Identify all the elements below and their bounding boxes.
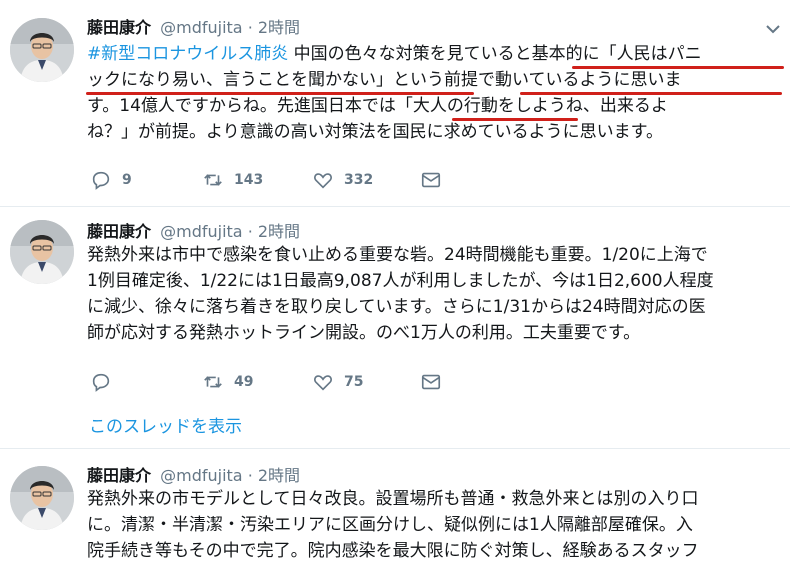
tweet-text-line-3: に減少、徐々に落ち着きを取り戻しています。さらに1/31からは24時間対応の医 <box>87 297 706 317</box>
author-handle[interactable]: @mdfujita <box>160 222 242 241</box>
timestamp[interactable]: 2時間 <box>258 466 300 485</box>
like-count: 75 <box>344 374 364 390</box>
annotation-underline <box>452 118 578 121</box>
author-name[interactable]: 藤田康介 <box>87 466 151 485</box>
retweet-icon <box>204 174 222 186</box>
timestamp[interactable]: 2時間 <box>258 222 300 241</box>
like-count: 332 <box>344 172 374 188</box>
tweet-text-line-2: 1例目確定後、1/22には1日最高9,087人が利用しましたが、今は1日2,60… <box>87 271 714 291</box>
tweet-header: 藤田康介 @mdfujita · 2時間 <box>87 218 300 242</box>
hashtag-link[interactable]: #新型コロナウイルス肺炎 <box>87 44 288 64</box>
like-icon <box>314 173 332 189</box>
annotation-underline <box>86 92 474 95</box>
tweet-text-line-1: 発熱外来は市中で感染を食い止める重要な砦。24時間機能も重要。1/20に上海で <box>87 245 708 265</box>
dm-icon <box>421 172 441 188</box>
separator-dot: · <box>247 222 253 241</box>
timestamp[interactable]: 2時間 <box>258 18 300 37</box>
tweet-text: 発熱外来は市中で感染を食い止める重要な砦。24時間機能も重要。1/20に上海で … <box>87 242 787 346</box>
annotation-underline <box>572 66 784 69</box>
retweet-button[interactable]: 143 <box>202 168 263 192</box>
retweet-count: 49 <box>234 374 254 390</box>
tweet-header: 藤田康介 @mdfujita · 2時間 <box>87 462 300 486</box>
tweet-text-line-4: ね？」が前提。より意識の高い対策法を国民に求めているように思います。 <box>87 122 663 142</box>
like-button[interactable]: 332 <box>312 168 373 192</box>
tweet-text-line-1: 中国の色々な対策を見ていると基本的に「人民はパニ <box>288 44 702 64</box>
like-icon <box>314 375 332 391</box>
tweet-text-line-2: ックになり易い、言うことを聞かない」という前提で動いているように思いま <box>87 70 682 90</box>
author-handle[interactable]: @mdfujita <box>160 466 242 485</box>
avatar[interactable] <box>10 466 74 530</box>
chevron-down-icon[interactable] <box>764 20 782 38</box>
avatar[interactable] <box>10 18 74 82</box>
reply-button[interactable]: 9 <box>90 168 132 192</box>
author-name[interactable]: 藤田康介 <box>87 18 151 37</box>
retweet-icon <box>204 376 222 388</box>
tweet-divider <box>0 206 790 207</box>
annotation-underline <box>520 92 782 95</box>
tweet-text-line-3: 院手続き等もその中で完了。院内感染を最大限に防ぐ対策し、経験あるスタッフ <box>87 541 699 561</box>
tweet-divider <box>0 448 790 449</box>
tweet-text-line-4: 師が応対する発熱ホットライン開設。のべ1万人の利用。工夫重要です。 <box>87 323 641 343</box>
retweet-count: 143 <box>234 172 264 188</box>
tweet-text-line-1: 発熱外来の市モデルとして日々改良。設置場所も普通・救急外来とは別の入り口 <box>87 489 699 509</box>
avatar[interactable] <box>10 220 74 284</box>
direct-message-button[interactable] <box>420 370 452 394</box>
tweet-header: 藤田康介 @mdfujita · 2時間 <box>87 14 300 38</box>
like-button[interactable]: 75 <box>312 370 363 394</box>
tweet-text-line-3: す。14億人ですからね。先進国日本では「大人の行動をしようね、出来るよ <box>87 96 668 116</box>
dm-icon <box>421 374 441 390</box>
tweet-text-line-2: に。清潔・半清潔・汚染エリアに区画分けし、疑似例には1人隔離部屋確保。入 <box>87 515 693 535</box>
reply-icon <box>92 171 110 190</box>
separator-dot: · <box>247 466 253 485</box>
retweet-button[interactable]: 49 <box>202 370 253 394</box>
reply-icon <box>92 373 110 392</box>
direct-message-button[interactable] <box>420 168 452 192</box>
separator-dot: · <box>247 18 253 37</box>
author-handle[interactable]: @mdfujita <box>160 18 242 37</box>
reply-count: 9 <box>122 172 132 188</box>
show-thread-link[interactable]: このスレッドを表示 <box>89 412 242 437</box>
tweet-text: 発熱外来の市モデルとして日々改良。設置場所も普通・救急外来とは別の入り口 に。清… <box>87 486 787 564</box>
reply-button[interactable] <box>90 370 122 394</box>
author-name[interactable]: 藤田康介 <box>87 222 151 241</box>
